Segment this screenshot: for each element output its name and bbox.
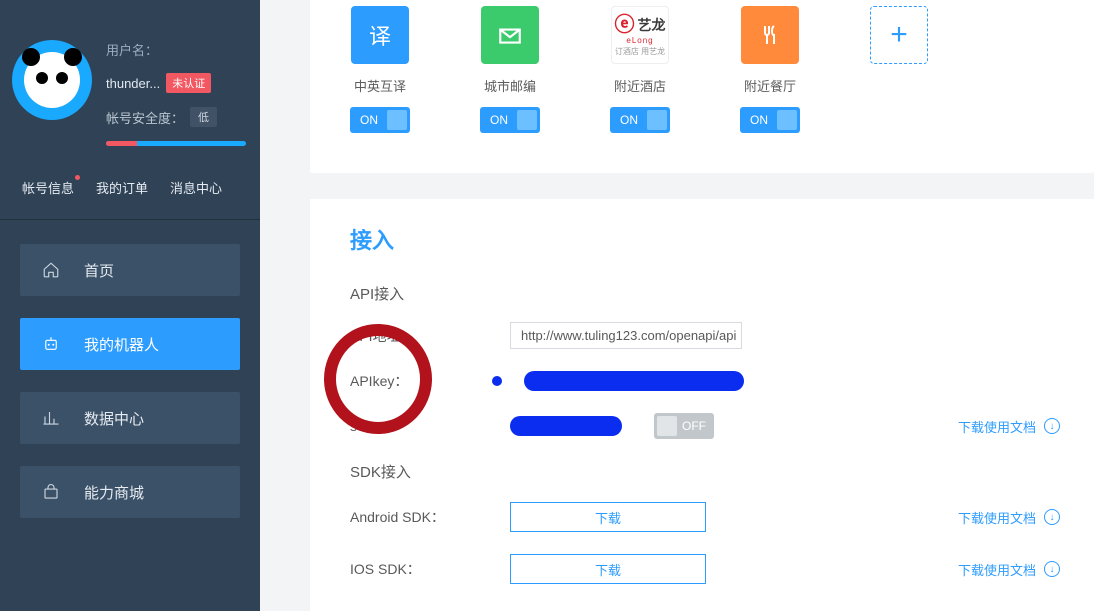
- widget-switch[interactable]: ON: [610, 107, 670, 133]
- username-value: thunder...: [106, 76, 160, 91]
- sdk-heading: SDK接入: [350, 461, 1054, 482]
- widget-label: 附近餐厅: [744, 76, 796, 95]
- widget-add: +: [870, 6, 928, 133]
- nav-ability-store[interactable]: 能力商城: [20, 466, 240, 518]
- android-download-button[interactable]: 下载: [510, 502, 706, 532]
- widget-label: 附近酒店: [614, 76, 666, 95]
- chart-icon: [42, 409, 60, 427]
- home-icon: [42, 261, 60, 279]
- nav-data-center[interactable]: 数据中心: [20, 392, 240, 444]
- download-icon: ↓: [1044, 418, 1060, 434]
- ios-sdk-label: IOS SDK：: [310, 559, 510, 579]
- row-ios-sdk: IOS SDK： 下载 下载使用文档 ↓: [310, 554, 1054, 584]
- elong-icon[interactable]: ⓔ艺龙 eLong 订酒店 用艺龙: [611, 6, 669, 64]
- switch-text: ON: [750, 113, 768, 127]
- verify-badge[interactable]: 未认证: [166, 73, 211, 93]
- row-android-sdk: Android SDK： 下载 下载使用文档 ↓: [310, 502, 1054, 532]
- widget-postcode: 城市邮编 ON: [480, 6, 540, 133]
- tab-account-info[interactable]: 帐号信息: [22, 178, 74, 197]
- access-card: 接入 API接入 API地址： http://www.tuling123.com…: [310, 199, 1094, 611]
- store-icon: [42, 483, 60, 501]
- api-address-label: API地址：: [310, 326, 510, 346]
- switch-text: ON: [490, 113, 508, 127]
- nav-label: 首页: [84, 260, 114, 281]
- widgets-card: 译 中英互译 ON 城市邮编 ON: [310, 0, 1094, 173]
- download-icon: ↓: [1044, 509, 1060, 525]
- api-address-value[interactable]: http://www.tuling123.com/openapi/api: [510, 322, 742, 349]
- security-label: 帐号安全度：: [106, 108, 184, 127]
- nav-label: 数据中心: [84, 408, 144, 429]
- tab-my-orders[interactable]: 我的订单: [96, 178, 148, 197]
- switch-text: ON: [360, 113, 378, 127]
- widget-hotel: ⓔ艺龙 eLong 订酒店 用艺龙 附近酒店 ON: [610, 6, 670, 133]
- security-bar: [106, 141, 246, 146]
- download-icon: ↓: [1044, 561, 1060, 577]
- ios-download-button[interactable]: 下载: [510, 554, 706, 584]
- widget-translate: 译 中英互译 ON: [350, 6, 410, 133]
- row-api-key: APIkey：: [310, 371, 1054, 391]
- dl-text: 下载使用文档: [958, 417, 1036, 436]
- redaction-dot: [492, 376, 502, 386]
- nav-label: 能力商城: [84, 482, 144, 503]
- download-doc-link[interactable]: 下载使用文档 ↓: [958, 508, 1060, 527]
- widget-label: 中英互译: [354, 76, 406, 95]
- switch-text: ON: [620, 113, 638, 127]
- nav-my-robots[interactable]: 我的机器人: [20, 318, 240, 370]
- secret-redacted: [510, 416, 622, 436]
- tab-message-center[interactable]: 消息中心: [170, 178, 222, 197]
- nav-home[interactable]: 首页: [20, 244, 240, 296]
- security-level: 低: [190, 107, 217, 127]
- api-heading: API接入: [350, 283, 1054, 304]
- main: 译 中英互译 ON 城市邮编 ON: [260, 0, 1094, 611]
- widget-switch[interactable]: ON: [480, 107, 540, 133]
- sidebar: 用户名： thunder... 未认证 帐号安全度： 低 帐号信息 我的订单 消…: [0, 0, 260, 611]
- profile-block: 用户名： thunder... 未认证 帐号安全度： 低: [0, 40, 260, 158]
- widget-restaurant: 附近餐厅 ON: [740, 6, 800, 133]
- mini-tabs: 帐号信息 我的订单 消息中心: [0, 158, 260, 219]
- access-title: 接入: [350, 223, 1054, 255]
- sidebar-divider: [0, 219, 260, 220]
- widget-label: 城市邮编: [484, 76, 536, 95]
- row-secret: secret： OFF 下载使用文档 ↓: [310, 413, 1054, 439]
- nav-label: 我的机器人: [84, 334, 159, 355]
- plus-icon: +: [890, 18, 908, 52]
- username-label: 用户名：: [106, 40, 248, 59]
- switch-text: OFF: [682, 419, 706, 433]
- dl-text: 下载使用文档: [958, 560, 1036, 579]
- sidebar-nav: 首页 我的机器人 数据中心 能力商城: [0, 244, 260, 518]
- android-sdk-label: Android SDK：: [310, 507, 510, 527]
- download-doc-link[interactable]: 下载使用文档 ↓: [958, 560, 1060, 579]
- secret-switch[interactable]: OFF: [654, 413, 714, 439]
- download-doc-link[interactable]: 下载使用文档 ↓: [958, 417, 1060, 436]
- api-key-redacted: [524, 371, 744, 391]
- row-api-address: API地址： http://www.tuling123.com/openapi/…: [310, 322, 1054, 349]
- dl-text: 下载使用文档: [958, 508, 1036, 527]
- robot-icon: [42, 335, 60, 353]
- translate-icon[interactable]: 译: [351, 6, 409, 64]
- mail-icon[interactable]: [481, 6, 539, 64]
- api-key-label: APIkey：: [310, 371, 510, 391]
- avatar[interactable]: [12, 40, 92, 120]
- translate-glyph: 译: [369, 19, 391, 51]
- widget-switch[interactable]: ON: [350, 107, 410, 133]
- secret-label: secret：: [310, 416, 510, 436]
- widget-switch[interactable]: ON: [740, 107, 800, 133]
- fork-icon[interactable]: [741, 6, 799, 64]
- add-widget-button[interactable]: +: [870, 6, 928, 64]
